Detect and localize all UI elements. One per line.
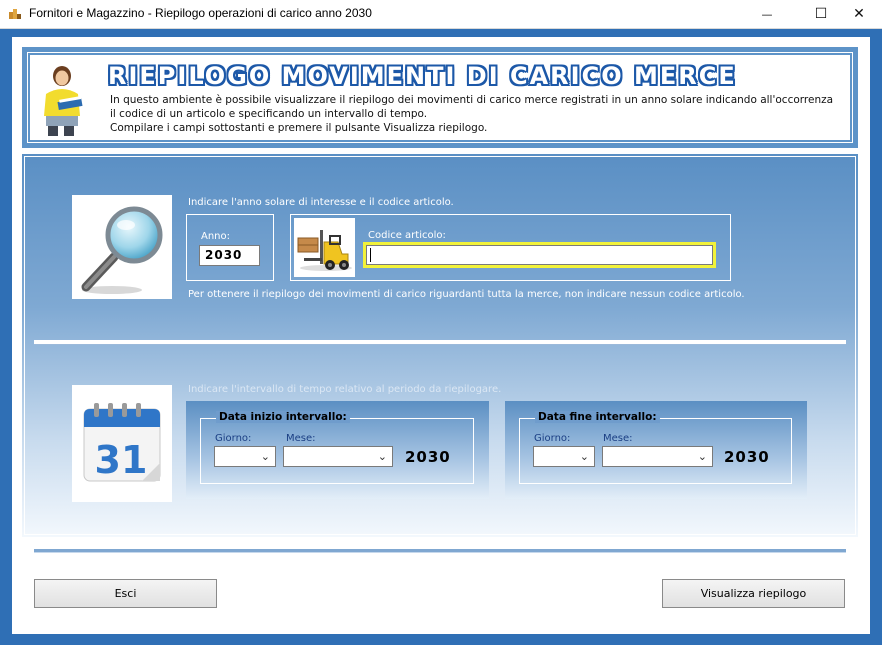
year-label: Anno: (201, 231, 231, 242)
exit-button[interactable]: Esci (34, 579, 217, 608)
text-cursor (370, 248, 371, 262)
calendar-icon: 31 (83, 403, 161, 482)
window-title: Fornitori e Magazzino - Riepilogo operaz… (29, 6, 372, 20)
interval-instruction: Indicare l'intervallo di tempo relativo … (188, 384, 502, 395)
chevron-down-icon: ⌄ (260, 450, 270, 463)
close-button[interactable]: ✕ (836, 0, 882, 28)
magnifier-image-box (72, 195, 172, 299)
calendar-image-box: 31 (72, 385, 172, 502)
article-code-input[interactable] (366, 245, 713, 265)
end-interval-legend: Data fine intervallo: (535, 411, 660, 423)
title-bar: Fornitori e Magazzino - Riepilogo operaz… (0, 0, 882, 29)
article-instruction: Indicare l'anno solare di interesse e il… (188, 197, 454, 208)
magnifier-icon (81, 206, 163, 294)
end-month-select[interactable]: ⌄ (602, 446, 713, 467)
chevron-down-icon: ⌄ (377, 450, 387, 463)
chevron-down-icon: ⌄ (579, 450, 589, 463)
end-month-label: Mese: (603, 433, 633, 444)
minimize-button[interactable]: — (744, 0, 790, 28)
page-title: RIEPILOGO MOVIMENTI DI CARICO MERCE (108, 62, 737, 90)
show-summary-button[interactable]: Visualizza riepilogo (662, 579, 845, 608)
footer-separator (34, 549, 846, 552)
start-day-select[interactable]: ⌄ (214, 446, 276, 467)
header-description-line-2: il codice di un articolo e specificando … (110, 108, 428, 120)
maximize-icon: ☐ (814, 6, 828, 22)
end-year: 2030 (724, 448, 770, 466)
forklift-image-box (294, 218, 355, 277)
minimize-icon: — (761, 7, 773, 21)
start-interval-legend: Data inizio intervallo: (216, 411, 350, 423)
start-month-select[interactable]: ⌄ (283, 446, 393, 467)
calendar-day-number: 31 (95, 438, 148, 482)
header-description-line-3: Compilare i campi sottostanti e premere … (110, 122, 488, 134)
forklift-icon (297, 230, 352, 271)
close-icon: ✕ (853, 6, 865, 22)
start-month-label: Mese: (286, 433, 316, 444)
end-day-label: Giorno: (534, 433, 571, 444)
chevron-down-icon: ⌄ (697, 450, 707, 463)
article-code-label: Codice articolo: (368, 230, 446, 241)
section-separator (34, 340, 846, 344)
end-day-select[interactable]: ⌄ (533, 446, 595, 467)
year-input[interactable]: 2030 (199, 245, 260, 266)
app-icon (9, 9, 21, 19)
article-note: Per ottenere il riepilogo dei movimenti … (188, 289, 745, 300)
start-day-label: Giorno: (215, 433, 252, 444)
assistant-woman-icon (44, 66, 83, 136)
start-year: 2030 (405, 448, 451, 466)
header-description-line-1: In questo ambiente è possibile visualizz… (110, 94, 834, 106)
